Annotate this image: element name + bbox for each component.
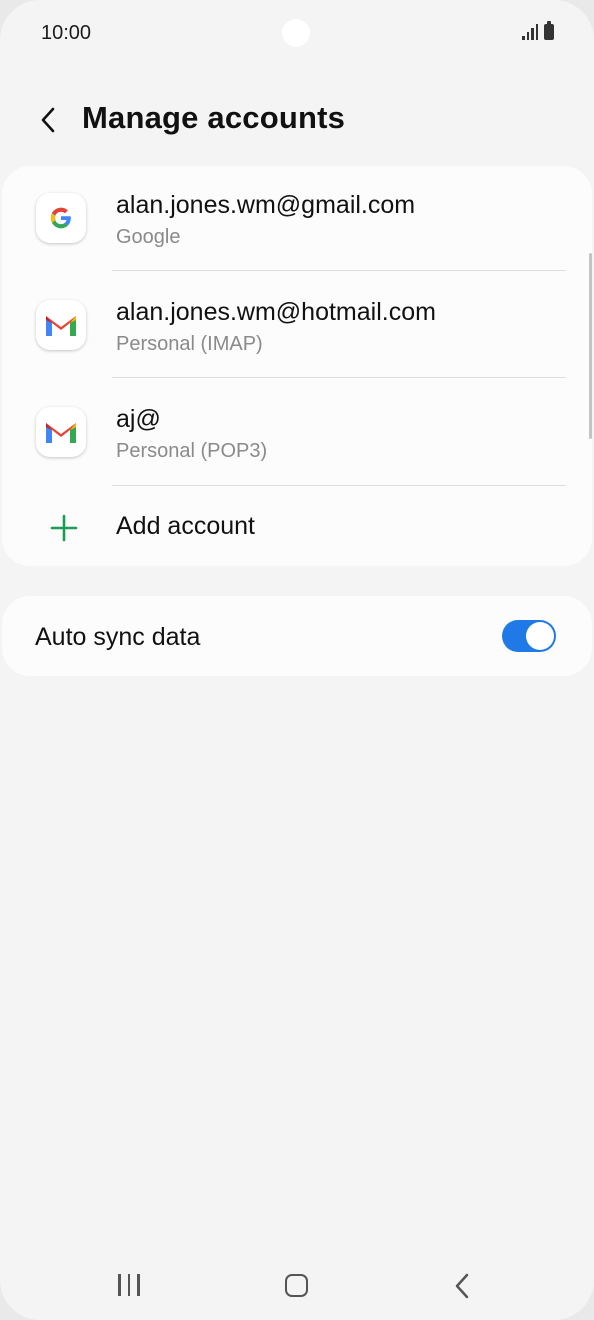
account-type: Google xyxy=(116,226,181,248)
account-item-pop3[interactable]: aj@ Personal (POP3) xyxy=(2,380,592,487)
auto-sync-toggle[interactable] xyxy=(502,620,556,652)
account-item-gmail[interactable]: alan.jones.wm@gmail.com Google xyxy=(2,166,592,273)
account-item-hotmail[interactable]: alan.jones.wm@hotmail.com Personal (IMAP… xyxy=(2,273,592,380)
nav-back-button[interactable] xyxy=(452,1272,472,1300)
divider xyxy=(112,377,566,378)
gmail-icon xyxy=(36,407,86,457)
battery-icon xyxy=(544,21,554,40)
auto-sync-label: Auto sync data xyxy=(35,623,201,651)
google-icon xyxy=(36,193,86,243)
page-title: Manage accounts xyxy=(82,100,346,135)
recents-button[interactable] xyxy=(118,1274,140,1296)
account-email: aj@ xyxy=(116,405,161,433)
front-camera xyxy=(282,19,310,47)
accounts-list: alan.jones.wm@gmail.com Google alan.jone… xyxy=(2,166,592,566)
add-account-label: Add account xyxy=(116,512,255,540)
toggle-knob xyxy=(526,622,554,650)
gmail-icon xyxy=(36,300,86,350)
back-button[interactable] xyxy=(28,98,68,142)
home-button[interactable] xyxy=(285,1274,308,1297)
phone-screen: 10:00 Manage accounts alan.jones.wm@gmai… xyxy=(0,0,594,1320)
add-account-button[interactable]: Add account xyxy=(2,488,592,566)
status-icons xyxy=(522,21,554,40)
account-type: Personal (POP3) xyxy=(116,440,268,462)
chevron-left-icon xyxy=(41,107,55,133)
plus-icon xyxy=(50,514,78,542)
account-type: Personal (IMAP) xyxy=(116,333,263,355)
signal-icon xyxy=(522,24,538,40)
account-email: alan.jones.wm@hotmail.com xyxy=(116,298,436,326)
divider xyxy=(112,485,566,486)
account-email: alan.jones.wm@gmail.com xyxy=(116,191,416,219)
divider xyxy=(112,270,566,271)
scrollbar[interactable] xyxy=(589,253,592,439)
status-time: 10:00 xyxy=(41,22,92,44)
auto-sync-row[interactable]: Auto sync data xyxy=(2,596,592,676)
